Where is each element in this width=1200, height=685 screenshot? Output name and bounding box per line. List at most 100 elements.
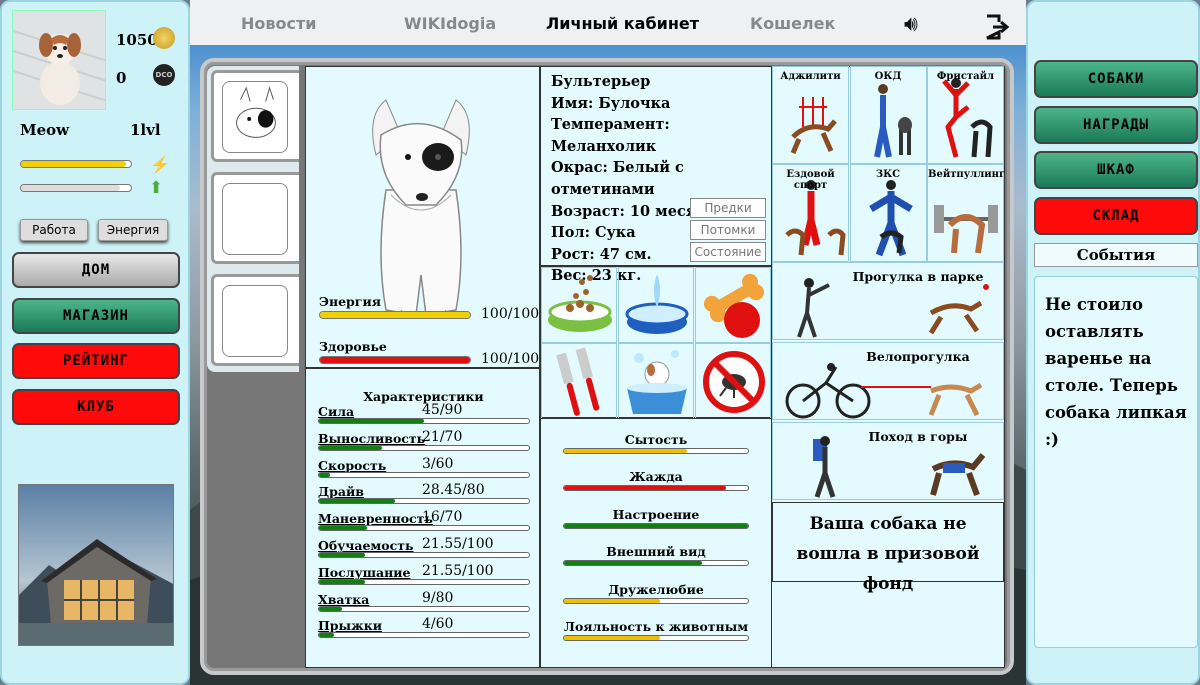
gold-coin-icon	[153, 27, 175, 49]
competition-tile[interactable]: Ездовой спорт	[772, 164, 849, 262]
competition-tile[interactable]: ЗКС	[849, 164, 927, 262]
dog-name: Имя: Булочка	[551, 94, 671, 112]
competition-tile[interactable]: Фристайл	[927, 66, 1004, 164]
need-label: Настроение	[612, 506, 700, 522]
char-bar	[318, 605, 530, 612]
competition-label: ОКД	[874, 71, 902, 82]
char-value: 28.45/80	[422, 482, 485, 499]
dog-portrait-cell: Энергия 100/100 Здоровье 100/100	[305, 66, 540, 368]
dog-health-value: 100/100	[481, 351, 540, 367]
char-value: 9/80	[422, 589, 454, 606]
dog-breed: Бультерьер	[551, 73, 651, 90]
char-value: 21.55/100	[422, 536, 494, 552]
wardrobe-button[interactable]: ШКАФ	[1034, 151, 1198, 189]
need-label: Внешний вид	[606, 544, 706, 560]
dog-health-label: Здоровье	[319, 339, 387, 354]
walk-park-button[interactable]: Прогулка в парке	[772, 262, 1004, 340]
toys-icon[interactable]	[695, 267, 771, 343]
events-title: События	[1034, 243, 1198, 267]
char-label: Сила	[318, 404, 355, 419]
shop-button[interactable]: МАГАЗИН	[12, 298, 180, 334]
need-bar	[563, 522, 749, 529]
need-bar	[563, 485, 749, 492]
competition-label: ЗКС	[875, 169, 901, 180]
dogs-button[interactable]: СОБАКИ	[1034, 60, 1198, 98]
dog-energy-label: Энергия	[319, 294, 381, 309]
char-label: Прыжки	[318, 618, 382, 634]
food-bowl-icon[interactable]	[541, 267, 617, 343]
bath-icon[interactable]	[618, 343, 694, 419]
condition-button[interactable]: Состояние	[690, 242, 766, 262]
walk-bike-label: Велопрогулка	[866, 349, 970, 364]
need-label: Лояльность к животным	[563, 619, 749, 634]
char-bar	[318, 632, 530, 639]
competition-tile[interactable]: Вейтпуллинг	[927, 164, 1005, 262]
need-bar	[563, 560, 749, 567]
char-value: 16/70	[422, 509, 463, 526]
awards-button[interactable]: НАГРАДЫ	[1034, 106, 1198, 144]
comb-icon[interactable]	[541, 343, 617, 419]
prize-message: Ваша собака не вошла в призовой фонд	[796, 514, 980, 594]
player-avatar[interactable]	[12, 10, 106, 110]
need-bar	[563, 635, 749, 641]
char-label: Обучаемость	[318, 538, 414, 553]
player-energy-bar	[20, 160, 132, 168]
dog-tab-1[interactable]	[211, 70, 299, 162]
dog-tab-2[interactable]	[211, 172, 299, 264]
bull-terrier-image	[372, 99, 470, 319]
dco-coin-icon: DCO	[153, 64, 175, 86]
char-label: Выносливость	[318, 430, 426, 446]
descendants-button[interactable]: Потомки	[690, 220, 766, 240]
walk-mountains-button[interactable]: Поход в горы	[772, 422, 1004, 500]
char-bar	[318, 578, 530, 585]
need-bar	[563, 448, 749, 454]
rating-button[interactable]: РЕЙТИНГ	[12, 343, 180, 379]
char-value: 3/60	[422, 455, 454, 472]
nav-wiki[interactable]: WIKIdogia	[404, 14, 496, 33]
ancestors-button[interactable]: Предки	[690, 198, 766, 218]
char-bar	[318, 444, 530, 451]
char-label: Хватка	[318, 591, 370, 607]
dog-health-bar	[319, 356, 471, 364]
player-level: 1lvl	[130, 121, 161, 139]
char-bar	[318, 471, 530, 478]
char-bar	[318, 525, 530, 532]
no-flea-icon[interactable]	[695, 343, 771, 419]
home-button[interactable]: ДОМ	[12, 252, 180, 288]
dog-thumbnail-icon	[236, 86, 276, 138]
need-label: Сытость	[624, 432, 688, 447]
energy-button[interactable]: Энергия	[98, 219, 168, 241]
dog-temperament: Темперамент: Меланхолик	[551, 116, 670, 155]
dog-energy-value: 100/100	[481, 306, 540, 322]
bike-walk-icon	[785, 363, 983, 419]
club-button[interactable]: КЛУБ	[12, 389, 180, 425]
work-button[interactable]: Работа	[20, 219, 88, 241]
nav-cabinet[interactable]: Личный кабинет	[546, 14, 699, 33]
top-nav: Новости WIKIdogia Личный кабинет Кошелек…	[190, 0, 1026, 48]
walk-bike-button[interactable]: Велопрогулка	[772, 342, 1004, 420]
player-name: Meow	[20, 121, 70, 139]
logout-icon[interactable]	[984, 14, 1010, 40]
nav-news[interactable]: Новости	[241, 14, 316, 33]
nav-wallet[interactable]: Кошелек	[750, 14, 835, 33]
water-bowl-icon[interactable]	[618, 267, 694, 343]
player-xp-bar	[20, 184, 132, 192]
competition-tile[interactable]: ОКД	[849, 66, 927, 164]
house-image[interactable]	[18, 484, 174, 646]
sound-icon[interactable]: 🔊︎	[904, 12, 918, 37]
dog-color: Окрас: Белый с отметинами	[551, 159, 684, 198]
char-value: 21.55/100	[422, 562, 494, 579]
competition-label: Аджилити	[780, 71, 841, 82]
competition-tile[interactable]: Аджилити	[772, 66, 849, 164]
warehouse-button[interactable]: СКЛАД	[1034, 197, 1198, 235]
need-bar	[563, 597, 749, 604]
hike-icon	[813, 436, 986, 498]
dog-tab-3[interactable]	[211, 274, 299, 366]
competition-label: Фристайл	[936, 71, 995, 82]
char-value: 45/90	[422, 402, 463, 418]
dog-tabs	[207, 66, 299, 372]
coins-value: 1050	[116, 31, 158, 49]
char-label: Скорость	[318, 457, 387, 473]
char-bar	[318, 552, 530, 558]
char-value: 21/70	[422, 428, 463, 445]
